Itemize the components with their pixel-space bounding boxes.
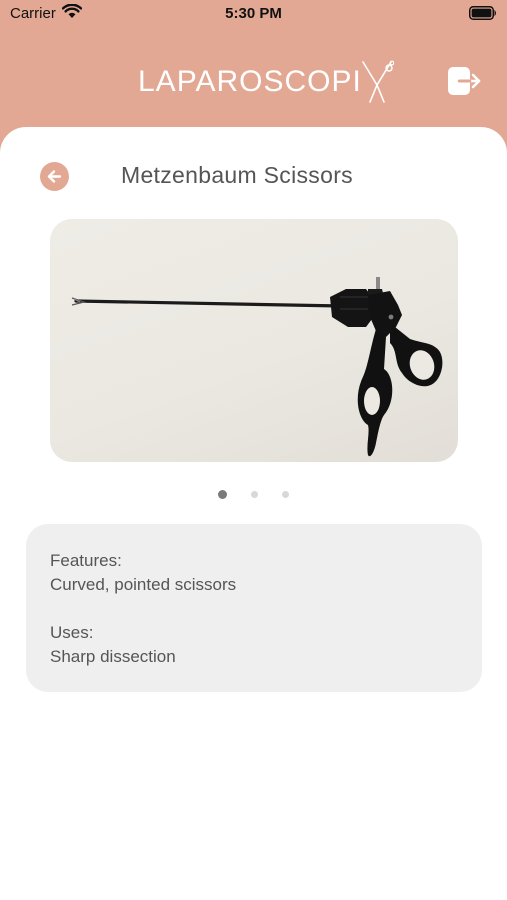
uses-label: Uses:	[50, 623, 94, 642]
detail-sheet: Metzenbaum Scissors Features: Curved, po…	[0, 127, 507, 900]
back-button[interactable]	[40, 162, 69, 191]
scissors-logo-icon	[362, 60, 394, 103]
page-dot-active[interactable]	[218, 489, 227, 499]
logout-icon	[448, 67, 481, 95]
instrument-image-carousel[interactable]	[50, 219, 458, 462]
features-value: Curved, pointed scissors	[50, 575, 237, 594]
page-dot[interactable]	[282, 490, 289, 498]
instrument-photo	[71, 277, 443, 457]
uses-value: Sharp dissection	[50, 647, 176, 666]
page-dot[interactable]	[251, 490, 258, 498]
back-arrow-icon	[47, 170, 62, 183]
logo-text: LAPAROSCOPI	[138, 65, 362, 98]
status-bar: Carrier 5:30 PM	[0, 0, 507, 28]
instrument-info-card: Features: Curved, pointed scissors Uses:…	[26, 524, 482, 692]
page-title: Metzenbaum Scissors	[121, 162, 353, 188]
features-label: Features:	[50, 551, 122, 570]
carousel-page-indicator	[0, 489, 507, 499]
logout-button[interactable]	[446, 65, 482, 97]
status-time: 5:30 PM	[225, 5, 282, 22]
battery-icon	[469, 6, 497, 24]
app-header: LAPAROSCOPI	[0, 28, 507, 128]
app-logo: LAPAROSCOPI	[138, 60, 394, 103]
